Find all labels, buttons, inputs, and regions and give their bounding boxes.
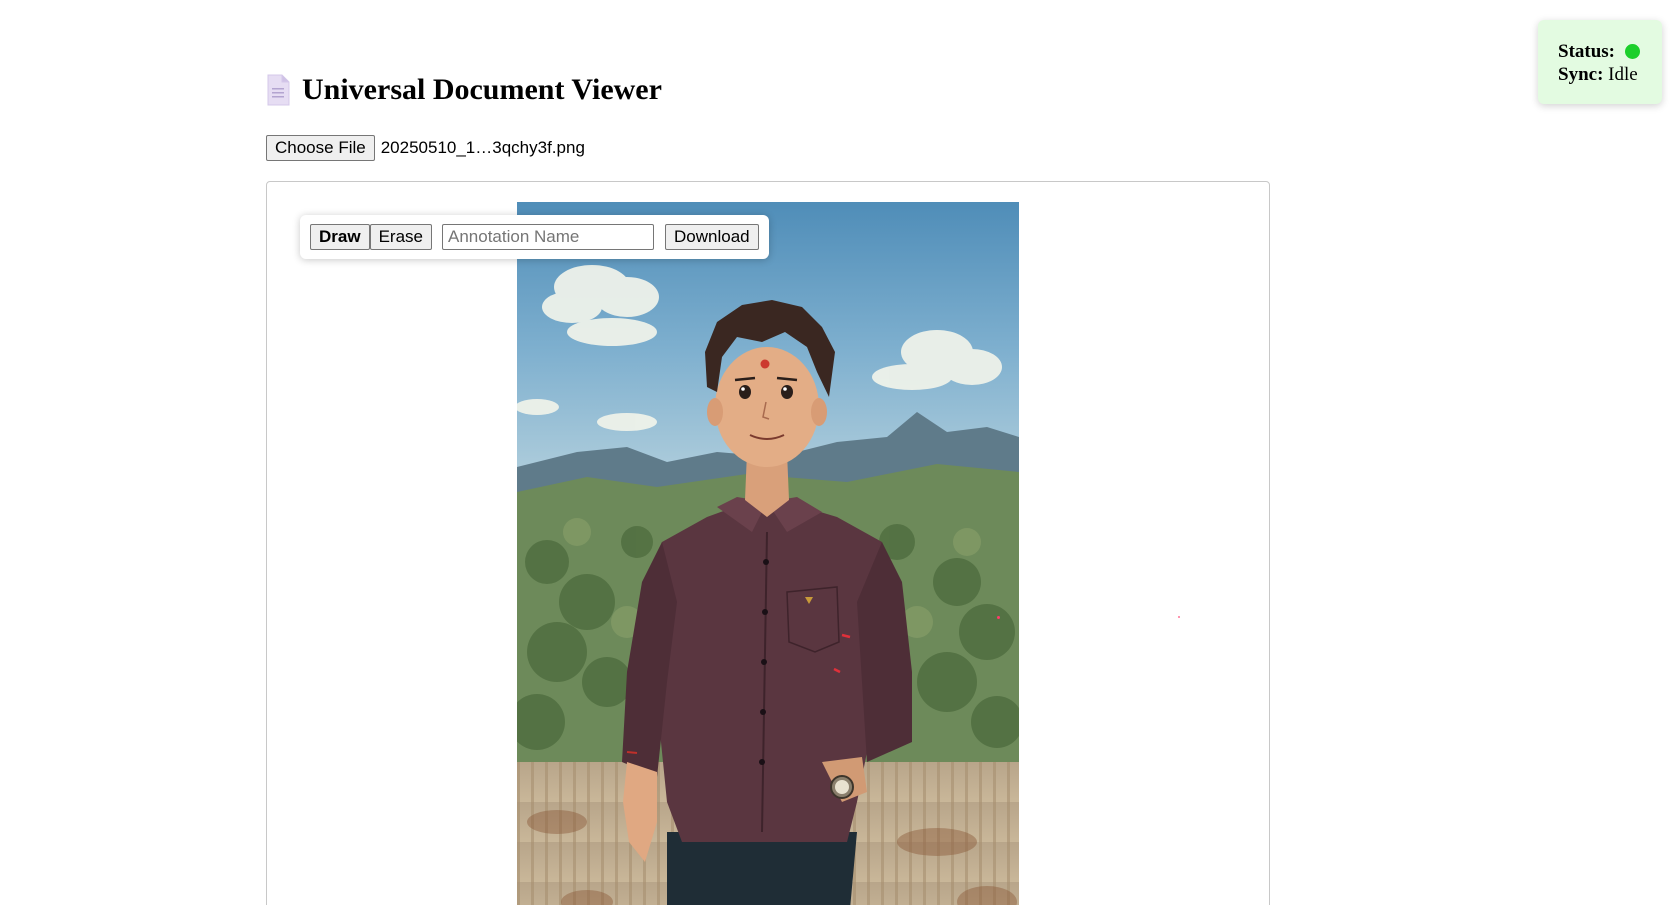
file-input: Choose File 20250510_1…3qchy3f.png [266,135,585,161]
sync-value: Idle [1608,64,1638,85]
page: Universal Document Viewer Choose File 20… [0,0,1678,905]
portrait-illustration [517,202,1019,905]
selected-file-name: 20250510_1…3qchy3f.png [380,138,585,157]
document-viewer [266,181,1270,905]
page-title: Universal Document Viewer [302,73,662,106]
status-indicator-icon [1625,44,1641,59]
annotation-dot [1178,616,1180,618]
sync-label: Sync: [1558,64,1604,85]
annotation-toolbar: Draw Erase Download [300,215,769,259]
sync-row: Sync: Idle [1558,63,1662,86]
anime-style-portrait-image[interactable] [517,202,1019,905]
status-panel: Status: Sync: Idle [1538,20,1662,104]
choose-file-button[interactable]: Choose File [266,135,375,161]
erase-button[interactable]: Erase [369,224,432,250]
download-button[interactable]: Download [665,224,759,250]
document-icon [267,74,290,106]
status-label: Status: [1558,41,1616,62]
page-header: Universal Document Viewer [266,72,662,108]
draw-button[interactable]: Draw [310,224,370,250]
annotation-name-input[interactable] [442,224,654,250]
status-row: Status: [1558,40,1662,63]
annotation-dot [997,616,1000,619]
